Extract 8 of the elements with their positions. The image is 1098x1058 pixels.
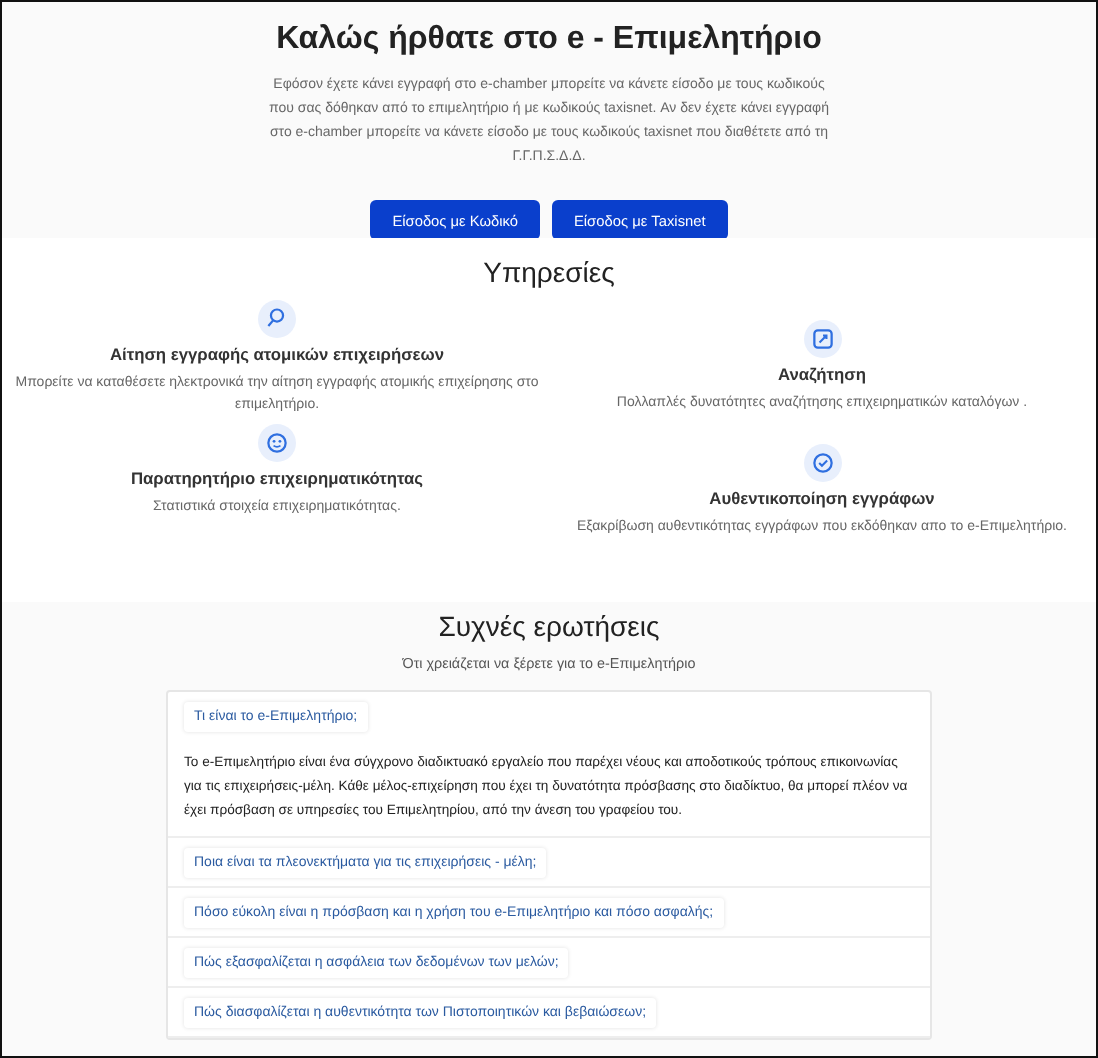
service-title[interactable]: Αίτηση εγγραφής ατομικών επιχειρήσεων — [109, 344, 445, 364]
service-title[interactable]: Αυθεντικοποίηση εγγράφων — [709, 488, 935, 508]
smiley-icon — [258, 424, 296, 462]
service-title[interactable]: Παρατηρητήριο επιχειρηματικότητας — [130, 468, 424, 488]
section-title: Υπηρεσίες — [483, 256, 615, 288]
hero-title: Καλώς ήρθατε στο e - Επιμελητήριο — [276, 22, 822, 58]
section-title: Συχνές ερωτήσεις — [438, 610, 660, 642]
service-title[interactable]: Αναζήτηση — [777, 364, 866, 384]
